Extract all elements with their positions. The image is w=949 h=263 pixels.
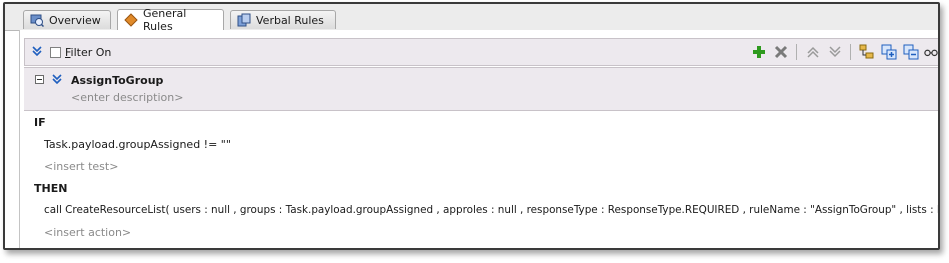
tab-verbal-rules-label: Verbal Rules	[256, 13, 324, 27]
rule-action[interactable]: call CreateResourceList( users : null , …	[44, 204, 938, 216]
insert-test-placeholder[interactable]: <insert test>	[44, 160, 118, 173]
tree-icon[interactable]	[858, 43, 876, 61]
rules-toolbar: Filter On	[24, 38, 938, 66]
filter-on-checkbox[interactable]	[50, 46, 61, 58]
tab-bar: Overview General Rules Verbal Rules	[5, 4, 938, 33]
rule-expand-chevron-icon[interactable]	[52, 74, 62, 87]
then-keyword: THEN	[34, 182, 68, 195]
add-icon[interactable]	[750, 43, 768, 61]
rule-test[interactable]: Task.payload.groupAssigned != ""	[44, 138, 231, 151]
delete-icon[interactable]	[772, 43, 790, 61]
rule-collapse-toggle[interactable]	[35, 75, 44, 84]
rule-description-placeholder[interactable]: <enter description>	[71, 91, 183, 104]
expand-all-icon[interactable]	[880, 43, 898, 61]
tab-general-rules[interactable]: General Rules	[117, 7, 224, 33]
if-keyword: IF	[34, 116, 46, 129]
glasses-icon[interactable]	[924, 43, 938, 61]
collapse-all-icon[interactable]	[902, 43, 920, 61]
toolbar-actions	[746, 39, 938, 65]
rule-name[interactable]: AssignToGroup	[71, 74, 163, 87]
verbal-rules-icon	[237, 13, 251, 27]
move-up-icon[interactable]	[804, 43, 822, 61]
tab-overview-label: Overview	[49, 13, 101, 27]
toolbar-separator	[796, 44, 797, 60]
move-down-icon[interactable]	[826, 43, 844, 61]
insert-action-placeholder[interactable]: <insert action>	[44, 226, 131, 239]
rules-content: Filter On AssignToGroup <enter descripti…	[19, 30, 938, 248]
filter-on-label[interactable]: Filter On	[65, 46, 111, 59]
tab-verbal-rules[interactable]: Verbal Rules	[230, 10, 336, 29]
rule-header: AssignToGroup <enter description>	[24, 67, 938, 111]
toolbar-separator	[850, 44, 851, 60]
expand-all-chevron-icon[interactable]	[32, 45, 44, 59]
overview-icon	[30, 13, 45, 28]
tab-overview[interactable]: Overview	[23, 10, 111, 29]
rules-diamond-icon	[124, 13, 138, 27]
rules-editor-window: Overview General Rules Verbal Rules Filt…	[3, 2, 940, 250]
